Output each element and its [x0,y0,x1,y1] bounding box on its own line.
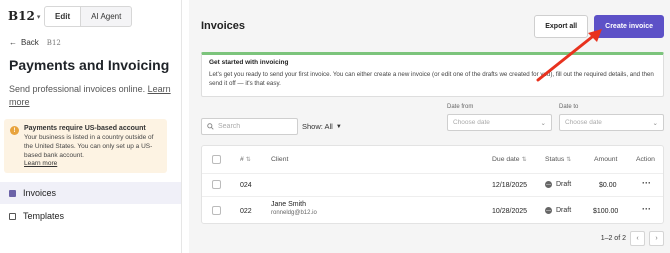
date-to-placeholder: Choose date [565,119,602,126]
header-client: Client [271,156,289,163]
invoices-table: # ⇅ Client Due date ⇅ Status ⇅ Amount Actio… [201,145,664,224]
row-checkbox[interactable] [212,180,221,189]
row-checkbox[interactable] [212,206,221,215]
header-action: Action [636,156,655,163]
arrow-left-icon: ← [9,38,17,47]
logo-text: B12 [8,9,35,23]
chevron-right-icon[interactable]: › [649,231,664,246]
tab-edit[interactable]: Edit [44,5,82,27]
back-label: Back [21,38,39,47]
b12-mini-logo: B12 [46,38,61,47]
warning-body: Your business is listed in a country out… [24,134,154,159]
date-to-input[interactable]: Choose date ⌄ [559,114,664,131]
page-subtitle: Send professional invoices online. Learn… [9,83,171,109]
invoice-icon [9,189,16,197]
pagination-label: 1–2 of 2 [600,235,626,242]
warning-title: Payments require US-based account [24,125,146,132]
draft-status-icon: — [545,207,552,214]
more-icon[interactable]: ··· [642,178,651,188]
table-row[interactable]: 022 Jane Smith ronneldg@b12.io 10/28/202… [202,197,663,225]
sidebar-item-label: Invoices [23,188,57,198]
banner-title: Get started with invoicing [209,59,289,66]
chevron-down-icon: ▾ [36,11,41,21]
b12-logo[interactable]: B12 ▾ [8,9,41,23]
sidebar-nav: Invoices Templates [0,182,181,227]
invoice-amount: $100.00 [593,208,619,215]
search-field[interactable] [201,118,298,135]
warning-learn-more-link[interactable]: Learn more [24,160,161,167]
get-started-banner: Get started with invoicing Let's get you… [201,52,664,97]
show-filter-label: Show: All [302,122,333,131]
banner-text: Let's get you ready to send your first i… [209,71,654,87]
invoice-client: Jane Smith ronneldg@b12.io [271,201,317,216]
sort-icon: ⇅ [245,157,251,163]
show-filter-dropdown[interactable]: Show: All ▼ [302,122,342,131]
more-icon[interactable]: ··· [642,204,651,214]
back-link[interactable]: ← Back B12 [9,38,181,47]
main-header: Invoices Export all Create invoice [189,0,670,52]
mode-tabs: Edit AI Agent [44,5,133,27]
filter-bar: Show: All ▼ Date from Choose date ⌄ Date… [201,104,664,135]
select-all-checkbox[interactable] [212,155,221,164]
search-input[interactable] [218,123,288,130]
invoice-number: 024 [240,182,252,189]
sort-icon: ⇅ [566,157,572,163]
page-title: Payments and Invoicing [9,57,170,73]
pagination: 1–2 of 2 ‹ › [601,231,664,246]
sort-icon: ⇅ [521,157,527,163]
invoice-status: — Draft [545,181,571,188]
invoice-due-date: 10/28/2025 [492,208,528,215]
date-to-group: Date to Choose date ⌄ [559,104,664,131]
template-icon [9,212,16,220]
header-amount: Amount [594,156,618,163]
header-number[interactable]: # ⇅ [240,156,251,163]
header-due-date[interactable]: Due date ⇅ [492,156,527,163]
warning-icon: ! [10,126,19,135]
date-to-label: Date to [559,104,579,110]
subtitle-text: Send professional invoices online. [9,84,146,94]
invoice-status: — Draft [545,207,571,214]
create-invoice-button[interactable]: Create invoice [594,14,664,38]
invoice-number: 022 [240,208,252,215]
table-row[interactable]: 024 12/18/2025 — Draft $0.00 ··· [202,174,663,197]
sidebar-item-invoices[interactable]: Invoices [0,182,181,204]
search-icon [207,123,214,130]
client-email: ronneldg@b12.io [271,210,317,216]
table-header-row: # ⇅ Client Due date ⇅ Status ⇅ Amount Actio… [202,146,663,174]
date-from-input[interactable]: Choose date ⌄ [447,114,552,131]
chevron-down-icon: ▼ [335,123,342,130]
sidebar-item-templates[interactable]: Templates [0,205,181,227]
export-all-button[interactable]: Export all [534,14,589,38]
sidebar: B12 ▾ Edit AI Agent ← Back B12 Payments … [0,0,182,253]
chevron-left-icon[interactable]: ‹ [630,231,645,246]
us-account-warning: ! Payments require US-based account Your… [4,119,167,173]
date-from-placeholder: Choose date [453,119,490,126]
date-from-group: Date from Choose date ⌄ [447,104,552,131]
sidebar-item-label: Templates [23,211,65,221]
client-name: Jane Smith [271,201,307,208]
draft-status-icon: — [545,181,552,188]
invoice-amount: $0.00 [599,182,617,189]
header-status[interactable]: Status ⇅ [545,156,571,163]
tab-ai-agent[interactable]: AI Agent [81,5,133,27]
chevron-down-icon: ⌄ [540,119,546,127]
invoice-due-date: 12/18/2025 [492,182,528,189]
status-label: Draft [556,181,572,188]
top-bar: B12 ▾ Edit AI Agent [0,0,181,28]
date-from-label: Date from [447,104,474,110]
status-label: Draft [556,207,572,214]
main-title: Invoices [201,20,246,32]
chevron-down-icon: ⌄ [652,119,658,127]
